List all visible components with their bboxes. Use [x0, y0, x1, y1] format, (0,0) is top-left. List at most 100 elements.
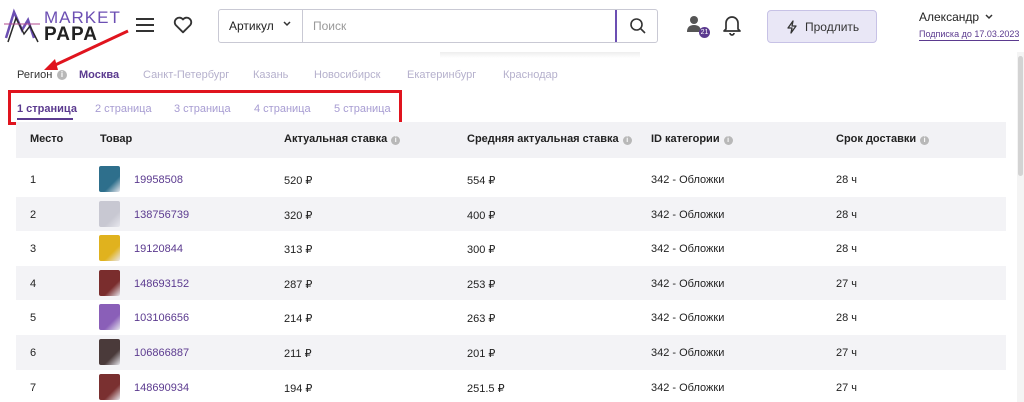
avg-bid-cell: 300 ₽: [467, 244, 496, 257]
column-header-label: Актуальная ставка: [284, 133, 388, 145]
info-icon[interactable]: i: [723, 136, 733, 145]
delivery-cell: 28 ч: [836, 174, 858, 186]
region-item[interactable]: Екатеринбург: [407, 69, 476, 81]
extend-label: Продлить: [805, 20, 860, 34]
category-cell: 342 - Обложки: [651, 347, 725, 359]
product-thumbnail[interactable]: [99, 339, 120, 365]
product-link[interactable]: 148693152: [134, 278, 189, 290]
column-header: Средняя актуальная ставка i: [467, 133, 632, 145]
column-header: Место: [30, 133, 63, 145]
place-cell: 4: [30, 277, 37, 290]
product-link[interactable]: 138756739: [134, 209, 189, 221]
region-label: Регион: [17, 69, 53, 81]
scrollbar[interactable]: [1017, 52, 1024, 402]
product-link[interactable]: 19958508: [134, 174, 183, 186]
column-header: Актуальная ставка i: [284, 133, 401, 145]
product-link[interactable]: 103106656: [134, 312, 189, 324]
avg-bid-cell: 400 ₽: [467, 209, 496, 222]
delivery-cell: 27 ч: [836, 381, 858, 394]
avg-bid-cell: 201 ₽: [467, 348, 496, 360]
extend-subscription-button[interactable]: Продлить: [767, 10, 877, 43]
column-header-label: Средняя актуальная ставка: [467, 133, 619, 145]
search-filter-select[interactable]: Артикул: [219, 10, 303, 42]
region-item[interactable]: Новосибирск: [314, 69, 380, 81]
delivery-cell: 27 ч: [836, 347, 858, 359]
region-item[interactable]: Санкт-Петербург: [143, 69, 229, 81]
category-cell: 342 - Обложки: [651, 312, 725, 325]
bid-cell: 320 ₽: [284, 209, 313, 222]
product-link[interactable]: 19120844: [134, 243, 183, 255]
region-item[interactable]: Казань: [253, 69, 288, 81]
column-header-label: Место: [30, 133, 64, 145]
bid-cell: 211 ₽: [284, 348, 312, 360]
column-header: Товар: [100, 133, 132, 145]
bid-cell: 520 ₽: [284, 175, 313, 187]
bell-icon[interactable]: [722, 14, 742, 36]
product-thumbnail[interactable]: [99, 166, 120, 192]
category-cell: 342 - Обложки: [651, 174, 725, 186]
user-menu[interactable]: Александр Подписка до 17.03.2023: [919, 10, 1023, 42]
search-bar: Артикул: [218, 9, 658, 43]
place-cell: 6: [30, 347, 37, 359]
menu-icon[interactable]: [136, 15, 154, 35]
delivery-cell: 28 ч: [836, 312, 858, 325]
avg-bid-cell: 251.5 ₽: [467, 382, 505, 395]
avg-bid-cell: 253 ₽: [467, 278, 496, 291]
region-item[interactable]: Краснодар: [503, 69, 558, 81]
tab-page[interactable]: 1 страница: [17, 103, 77, 115]
delivery-cell: 27 ч: [836, 277, 858, 290]
column-header-label: Срок доставки: [836, 133, 917, 145]
region-item[interactable]: Москва: [79, 69, 119, 81]
lightning-icon: [787, 20, 797, 34]
search-icon: [630, 18, 646, 34]
user-name: Александр: [919, 10, 980, 24]
avg-bid-cell: 263 ₽: [467, 313, 496, 326]
product-link[interactable]: 106866887: [134, 347, 189, 359]
top-header: MARKET PAPA Артикул 21 Продлить Александ…: [0, 0, 1024, 52]
product-thumbnail[interactable]: [99, 269, 120, 296]
category-cell: 342 - Обложки: [651, 243, 725, 256]
accounts-badge: 21: [699, 27, 710, 38]
subscription-link[interactable]: Подписка до 17.03.2023: [919, 29, 1020, 41]
column-header: ID категории i: [651, 133, 733, 145]
bid-cell: 287 ₽: [284, 278, 313, 291]
tab-page[interactable]: 5 страница: [334, 103, 391, 115]
product-thumbnail[interactable]: [99, 235, 120, 262]
bid-cell: 194 ₽: [284, 382, 313, 395]
chevron-down-icon: [283, 21, 291, 27]
chevron-down-icon: [985, 14, 993, 20]
heart-icon[interactable]: [172, 14, 194, 36]
category-cell: 342 - Обложки: [651, 208, 725, 221]
column-header-label: Товар: [100, 133, 133, 145]
delivery-cell: 28 ч: [836, 208, 858, 221]
tab-page[interactable]: 3 страница: [174, 103, 231, 115]
place-cell: 3: [30, 243, 37, 256]
category-cell: 342 - Обложки: [651, 381, 725, 394]
active-tab-underline: [17, 118, 73, 120]
info-icon[interactable]: i: [920, 136, 930, 145]
search-filter-label: Артикул: [229, 19, 274, 33]
info-icon[interactable]: i: [391, 136, 401, 145]
logo-icon: [4, 8, 40, 43]
dropdown-shadow: [440, 52, 640, 58]
avg-bid-cell: 554 ₽: [467, 175, 496, 187]
info-icon[interactable]: i: [622, 136, 632, 145]
column-header: Срок доставки i: [836, 133, 930, 145]
product-thumbnail[interactable]: [99, 373, 120, 400]
column-header-label: ID категории: [651, 133, 720, 145]
product-thumbnail[interactable]: [99, 200, 120, 227]
place-cell: 7: [30, 381, 37, 394]
logo-text-papa: PAPA: [44, 24, 98, 45]
bid-cell: 214 ₽: [284, 313, 313, 326]
scrollbar-thumb[interactable]: [1018, 56, 1023, 176]
search-button[interactable]: [615, 10, 657, 42]
search-input[interactable]: [303, 10, 615, 42]
product-thumbnail[interactable]: [99, 304, 120, 331]
tab-page[interactable]: 4 страница: [254, 103, 311, 115]
place-cell: 5: [30, 312, 37, 325]
tab-page[interactable]: 2 страница: [95, 103, 152, 115]
info-icon[interactable]: i: [57, 70, 67, 80]
product-link[interactable]: 148690934: [134, 382, 189, 394]
delivery-cell: 28 ч: [836, 243, 858, 256]
logo[interactable]: MARKET PAPA: [4, 4, 120, 48]
